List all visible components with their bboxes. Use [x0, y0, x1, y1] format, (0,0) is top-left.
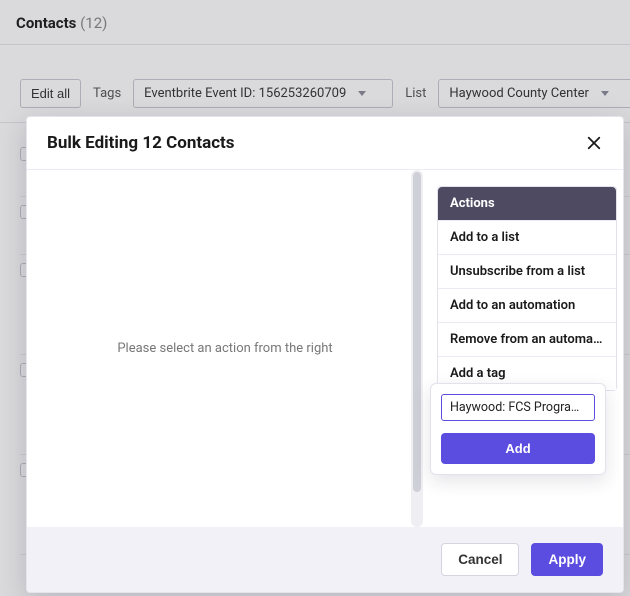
tag-input[interactable]: Haywood: FCS Programm	[441, 394, 595, 421]
add-tag-popover: Haywood: FCS Programm Add	[430, 383, 606, 475]
modal-left-placeholder: Please select an action from the right	[117, 341, 332, 356]
actions-header: Actions	[438, 187, 616, 220]
scrollbar-thumb[interactable]	[413, 172, 421, 492]
action-unsubscribe-from-list[interactable]: Unsubscribe from a list	[438, 254, 616, 288]
modal-right-panel: Actions Add to a list Unsubscribe from a…	[423, 170, 623, 527]
cancel-button[interactable]: Cancel	[441, 543, 519, 576]
scrollbar[interactable]	[411, 170, 423, 527]
modal-left-panel: Please select an action from the right	[27, 170, 423, 527]
modal-footer: Cancel Apply	[27, 527, 623, 592]
modal-title: Bulk Editing 12 Contacts	[47, 133, 235, 153]
bulk-edit-modal: Bulk Editing 12 Contacts Please select a…	[26, 116, 624, 593]
modal-header: Bulk Editing 12 Contacts	[27, 117, 623, 169]
add-tag-button[interactable]: Add	[441, 433, 595, 464]
actions-panel: Actions Add to a list Unsubscribe from a…	[437, 186, 617, 391]
apply-button[interactable]: Apply	[531, 543, 603, 576]
modal-body: Please select an action from the right A…	[27, 169, 623, 527]
close-icon[interactable]	[585, 134, 603, 152]
action-add-to-automation[interactable]: Add to an automation	[438, 288, 616, 322]
action-add-to-list[interactable]: Add to a list	[438, 220, 616, 254]
action-remove-from-automation[interactable]: Remove from an automation	[438, 322, 616, 356]
